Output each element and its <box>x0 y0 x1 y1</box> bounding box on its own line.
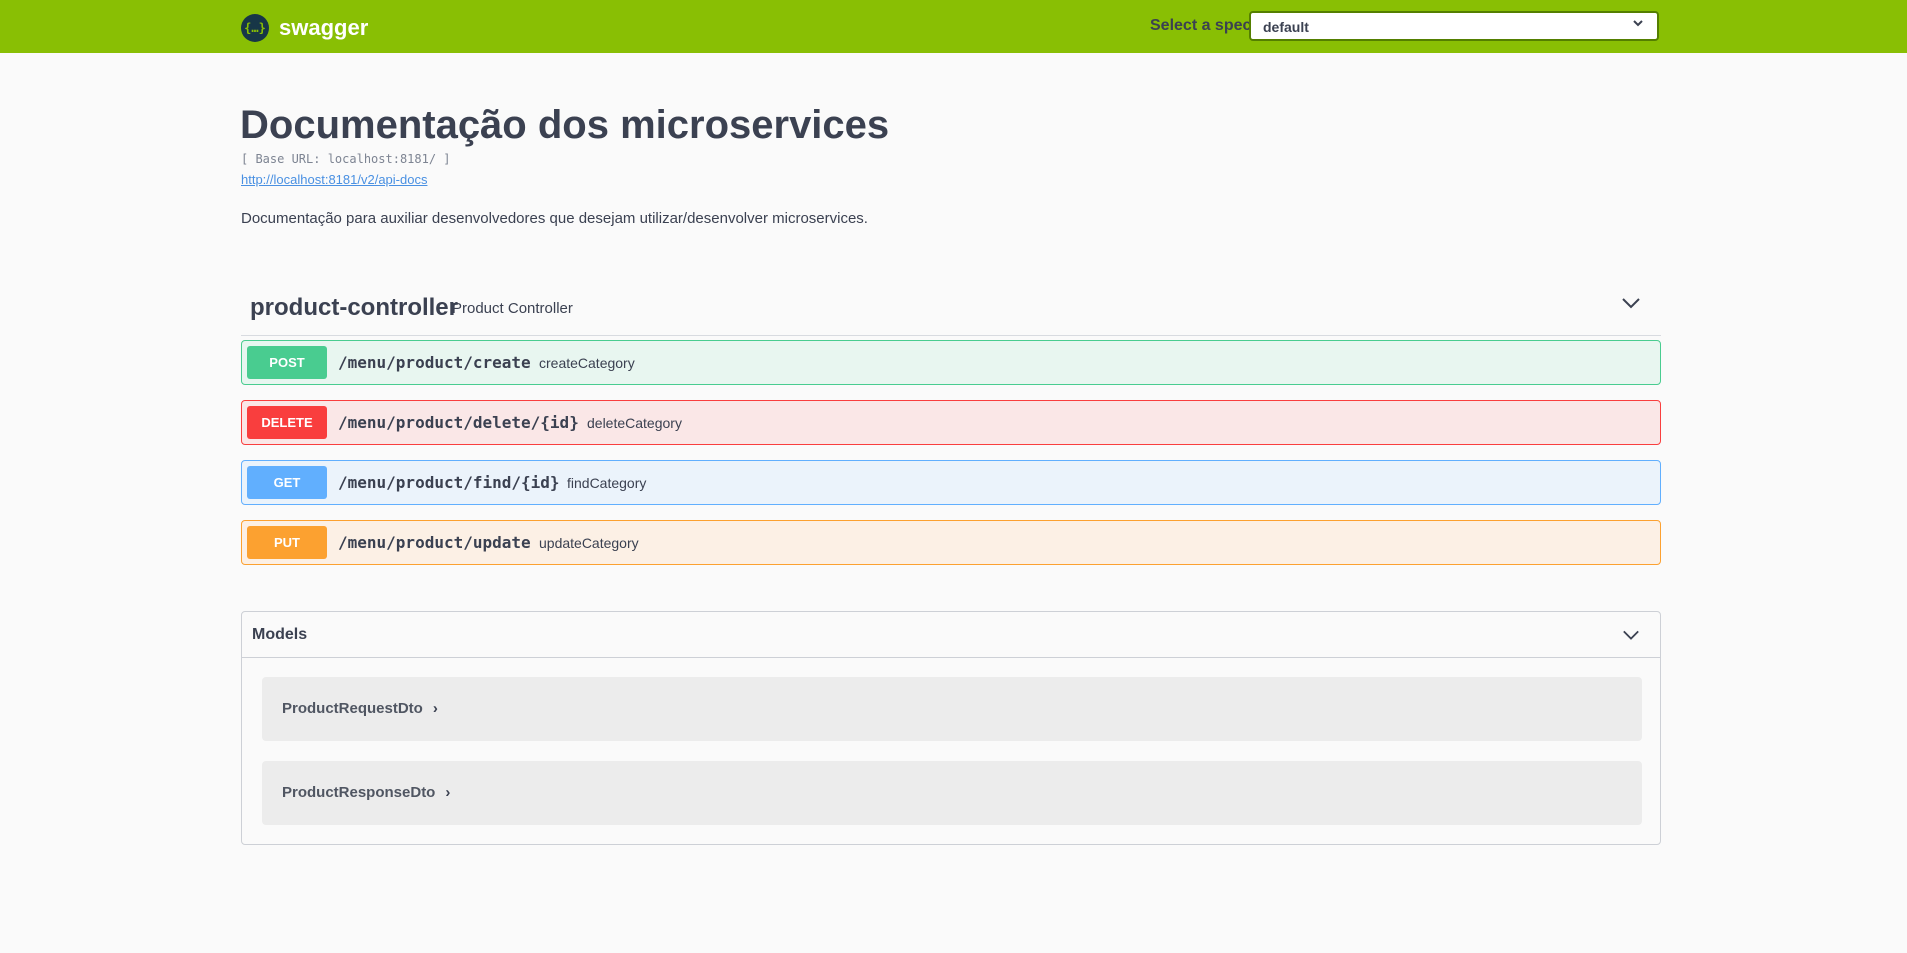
spec-select-value: default <box>1263 19 1309 35</box>
topbar: {…} swagger Select a spec default <box>0 0 1907 53</box>
operation-summary: createCategory <box>539 355 635 371</box>
swagger-logo[interactable]: {…} swagger <box>241 14 368 42</box>
operation-post-create[interactable]: POST /menu/product/create createCategory <box>241 340 1661 385</box>
operation-get-find[interactable]: GET /menu/product/find/{id} findCategory <box>241 460 1661 505</box>
swagger-logo-icon: {…} <box>241 14 269 42</box>
tag-name: product-controller <box>250 294 458 321</box>
models-section: Models ProductRequestDto › ProductRespons… <box>241 611 1661 845</box>
model-name-text: ProductResponseDto <box>282 784 436 801</box>
chevron-down-icon[interactable] <box>1621 293 1641 318</box>
model-name-text: ProductRequestDto <box>282 700 423 717</box>
operation-path: /menu/product/delete/{id} <box>338 413 579 432</box>
models-header[interactable]: Models <box>242 612 1660 658</box>
model-item[interactable]: ProductRequestDto › <box>262 677 1642 741</box>
method-badge: GET <box>247 466 327 499</box>
chevron-down-icon <box>1631 16 1645 35</box>
operation-path: /menu/product/create <box>338 353 531 372</box>
operation-summary: updateCategory <box>539 535 639 551</box>
select-spec-label: Select a spec <box>1150 17 1252 34</box>
swagger-logo-text: swagger <box>279 15 369 40</box>
model-name: ProductRequestDto › <box>282 700 438 717</box>
models-title: Models <box>252 626 308 643</box>
operation-put-update[interactable]: PUT /menu/product/update updateCategory <box>241 520 1661 565</box>
base-url: [ Base URL: localhost:8181/ ] <box>241 152 451 166</box>
model-name: ProductResponseDto › <box>282 784 450 801</box>
operation-path: /menu/product/update <box>338 533 531 552</box>
api-description: Documentação para auxiliar desenvolvedor… <box>241 210 868 227</box>
operation-summary: findCategory <box>567 475 647 491</box>
method-badge: POST <box>247 346 327 379</box>
operation-summary: deleteCategory <box>587 415 682 431</box>
tag-product-controller[interactable]: product-controller Product Controller <box>241 283 1661 336</box>
operation-path: /menu/product/find/{id} <box>338 473 560 492</box>
method-badge: PUT <box>247 526 327 559</box>
chevron-right-icon[interactable]: › <box>433 700 438 717</box>
chevron-down-icon[interactable] <box>1622 626 1640 649</box>
page-title: Documentação dos microservices <box>240 103 890 147</box>
model-item[interactable]: ProductResponseDto › <box>262 761 1642 825</box>
method-badge: DELETE <box>247 406 327 439</box>
operation-delete[interactable]: DELETE /menu/product/delete/{id} deleteC… <box>241 400 1661 445</box>
chevron-right-icon[interactable]: › <box>445 784 450 801</box>
api-docs-link[interactable]: http://localhost:8181/v2/api-docs <box>241 172 427 187</box>
spec-select[interactable]: default <box>1249 11 1659 41</box>
tag-description: Product Controller <box>452 300 573 317</box>
